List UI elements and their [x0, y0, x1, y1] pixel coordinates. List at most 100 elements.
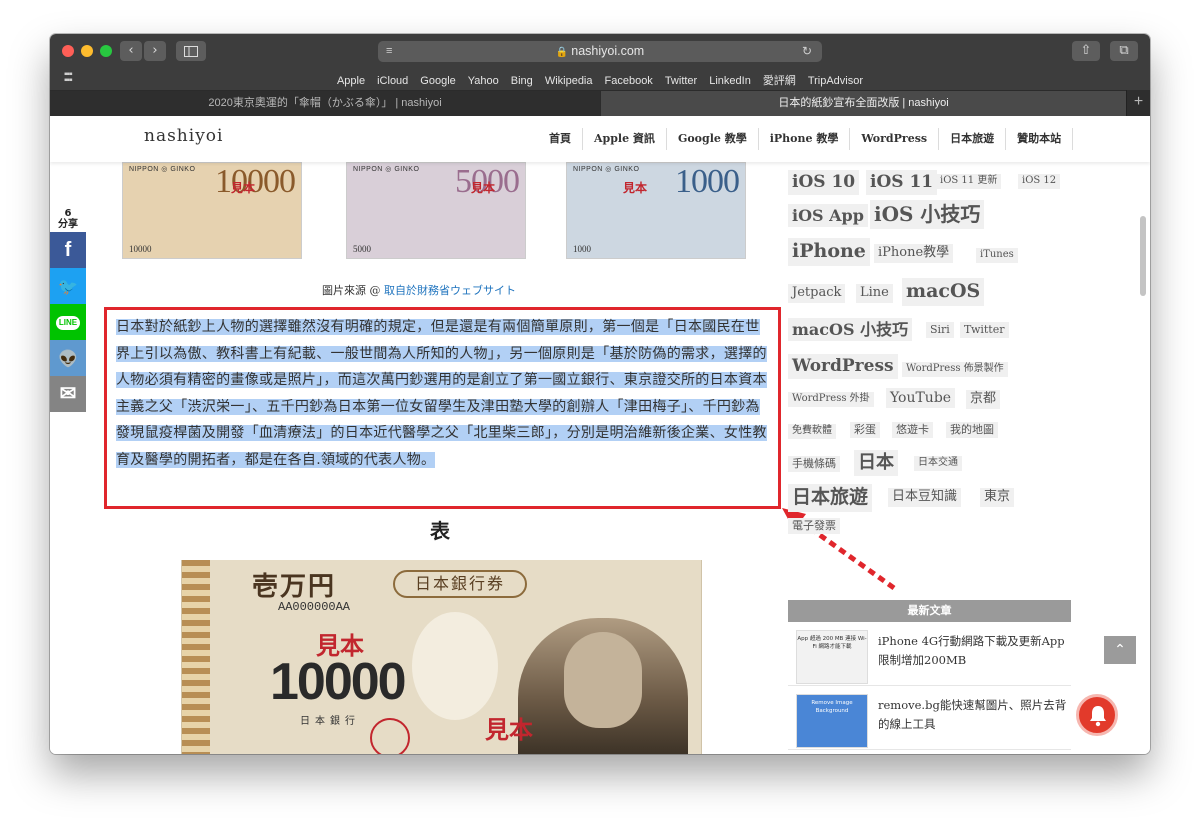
tag-link[interactable]: 電子發票	[788, 518, 840, 534]
post-thumbnail: Remove Image Background	[796, 694, 868, 748]
reader-icon[interactable]: ≡	[386, 41, 392, 62]
tag-link[interactable]: YouTube	[886, 388, 956, 409]
notification-bell-button[interactable]	[1076, 694, 1118, 736]
nav-item[interactable]: Apple 資訊	[583, 128, 667, 150]
share-buttons: f 🐦 LINE 👽 ✉	[50, 232, 86, 412]
post-title[interactable]: remove.bg能快速幫圖片、照片去背的線上工具	[878, 696, 1068, 734]
tag-link[interactable]: Twitter	[960, 322, 1009, 338]
tag-link[interactable]: iOS 11	[866, 170, 938, 195]
email-share-button[interactable]: ✉	[50, 376, 86, 412]
favorite-link[interactable]: Google	[420, 75, 455, 87]
tag-link[interactable]: iTunes	[976, 248, 1018, 263]
latest-posts-title: 最新文章	[788, 600, 1071, 622]
note-mihon: 見本	[471, 181, 496, 195]
tag-link[interactable]: 京都	[966, 390, 1001, 409]
share-button[interactable]: ⇧	[1072, 41, 1100, 61]
tag-link[interactable]: Siri	[926, 322, 954, 338]
tag-link[interactable]: macOS	[902, 278, 985, 306]
tag-link[interactable]: 東京	[980, 488, 1015, 507]
facebook-share-button[interactable]: f	[50, 232, 86, 268]
note-small-value: 1000	[573, 244, 591, 254]
tag-link[interactable]: iOS 小技巧	[870, 200, 985, 229]
tag-link[interactable]: iOS 12	[1018, 174, 1061, 189]
favorite-link[interactable]: Bing	[511, 75, 533, 87]
back-button[interactable]: ‹	[120, 41, 142, 61]
sidebar-toggle-button[interactable]	[176, 41, 206, 61]
note-portrait	[518, 618, 688, 754]
tag-link[interactable]: 悠遊卡	[892, 422, 933, 438]
note-serial: AA000000AA	[278, 600, 351, 614]
reddit-share-button[interactable]: 👽	[50, 340, 86, 376]
note-bank-label: NIPPON ◎ GINKO	[573, 166, 640, 173]
banknote-10000: NIPPON ◎ GINKO 10000 見本 10000	[122, 162, 302, 259]
nav-item[interactable]: iPhone 教學	[759, 128, 851, 150]
tag-link[interactable]: WordPress 佈景製作	[902, 362, 1008, 377]
favorite-link[interactable]: iCloud	[377, 75, 408, 87]
tag-link[interactable]: 手機條碼	[788, 456, 840, 472]
tag-link[interactable]: 日本豆知識	[888, 488, 962, 507]
nav-item[interactable]: 贊助本站	[1006, 128, 1074, 150]
note-value: 1000	[675, 163, 740, 200]
note-mihon-2: 見本	[485, 716, 533, 744]
forward-button[interactable]: ›	[144, 41, 166, 61]
vertical-scrollbar[interactable]	[1140, 216, 1146, 296]
favorite-link[interactable]: TripAdvisor	[808, 75, 863, 87]
twitter-share-button[interactable]: 🐦	[50, 268, 86, 304]
nav-item[interactable]: WordPress	[850, 128, 940, 150]
tag-link[interactable]: WordPress	[788, 354, 898, 379]
tag-link[interactable]: iPhone教學	[874, 244, 954, 263]
banknote-10000-front: 壱万円 日本銀行券 AA000000AA 見本 10000 日本銀行 見本	[181, 560, 702, 754]
tag-link[interactable]: iOS 11 更新	[936, 174, 1002, 189]
tab-inactive[interactable]: 2020東京奧運的「傘帽（かぶる傘）」 | nashiyoi	[50, 90, 600, 116]
favorites-bar: ▪▪▪ ▪▪▪ Apple iCloud Google Yahoo Bing Wikiped…	[50, 68, 1150, 90]
tab-active[interactable]: 日本的紙鈔宣布全面改版 | nashiyoi	[600, 90, 1126, 116]
line-share-button[interactable]: LINE	[50, 304, 86, 340]
tag-link[interactable]: 彩蛋	[850, 422, 880, 438]
nav-item[interactable]: Google 教學	[667, 128, 759, 150]
share-count: 6 分享	[58, 208, 78, 230]
tag-link[interactable]: 我的地圖	[946, 422, 998, 438]
facebook-icon: f	[64, 239, 72, 261]
tag-link[interactable]: 日本	[854, 450, 898, 477]
close-window-button[interactable]	[62, 45, 74, 57]
favorite-link[interactable]: Facebook	[605, 75, 653, 87]
post-thumbnail: App 超過 200 MB 連接 Wi-Fi 網路才能下載	[796, 630, 868, 684]
tag-link[interactable]: Line	[856, 284, 893, 303]
tag-link[interactable]: 免費軟體	[788, 424, 836, 439]
latest-post-item[interactable]: Remove Image Background remove.bg能快速幫圖片、…	[788, 688, 1071, 750]
line-icon: LINE	[55, 315, 81, 330]
nav-item[interactable]: 日本旅遊	[939, 128, 1007, 150]
favorite-link[interactable]: Wikipedia	[545, 75, 593, 87]
latest-post-item[interactable]: App 超過 200 MB 連接 Wi-Fi 網路才能下載 iPhone 4G行…	[788, 624, 1071, 686]
note-border-pattern	[182, 560, 210, 754]
note-small-value: 5000	[353, 244, 371, 254]
post-title[interactable]: iPhone 4G行動網路下載及更新App限制增加200MB	[878, 632, 1068, 670]
tag-link[interactable]: 日本交通	[914, 456, 962, 471]
minimize-window-button[interactable]	[81, 45, 93, 57]
favorite-link[interactable]: LinkedIn	[709, 75, 751, 87]
nav-item[interactable]: 首頁	[538, 128, 583, 150]
favorite-link[interactable]: Apple	[337, 75, 365, 87]
tag-link[interactable]: 日本旅遊	[788, 484, 873, 512]
favorite-link[interactable]: Yahoo	[468, 75, 499, 87]
site-logo[interactable]: nashiyoi	[144, 126, 223, 146]
address-bar[interactable]: ≡ 🔒 nashiyoi.com ↻	[378, 41, 822, 62]
tab-bar: 2020東京奧運的「傘帽（かぶる傘）」 | nashiyoi 日本的紙鈔宣布全面…	[50, 90, 1150, 116]
tag-link[interactable]: WordPress 外掛	[788, 392, 874, 407]
note-bank-label: NIPPON ◎ GINKO	[353, 166, 420, 173]
tag-link[interactable]: iOS 10	[788, 170, 860, 195]
tabs-overview-button[interactable]: ⧉	[1110, 41, 1138, 61]
scroll-to-top-button[interactable]: ⌃	[1104, 636, 1136, 664]
tag-link[interactable]: iPhone	[788, 238, 870, 266]
new-tab-button[interactable]: +	[1126, 90, 1150, 116]
caption-source-link[interactable]: 取自於財務省ウェブサイト	[384, 284, 516, 297]
note-value: 10000	[270, 653, 407, 711]
zoom-window-button[interactable]	[100, 45, 112, 57]
site-header: nashiyoi 首頁 Apple 資訊 Google 教學 iPhone 教學 Wor…	[50, 116, 1150, 162]
favorite-link[interactable]: Twitter	[665, 75, 697, 87]
tag-link[interactable]: Jetpack	[788, 284, 846, 303]
tag-link[interactable]: iOS App	[788, 204, 868, 228]
favorite-link[interactable]: 愛評網	[763, 75, 796, 87]
reload-icon[interactable]: ↻	[802, 41, 812, 62]
tag-link[interactable]: macOS 小技巧	[788, 318, 913, 342]
